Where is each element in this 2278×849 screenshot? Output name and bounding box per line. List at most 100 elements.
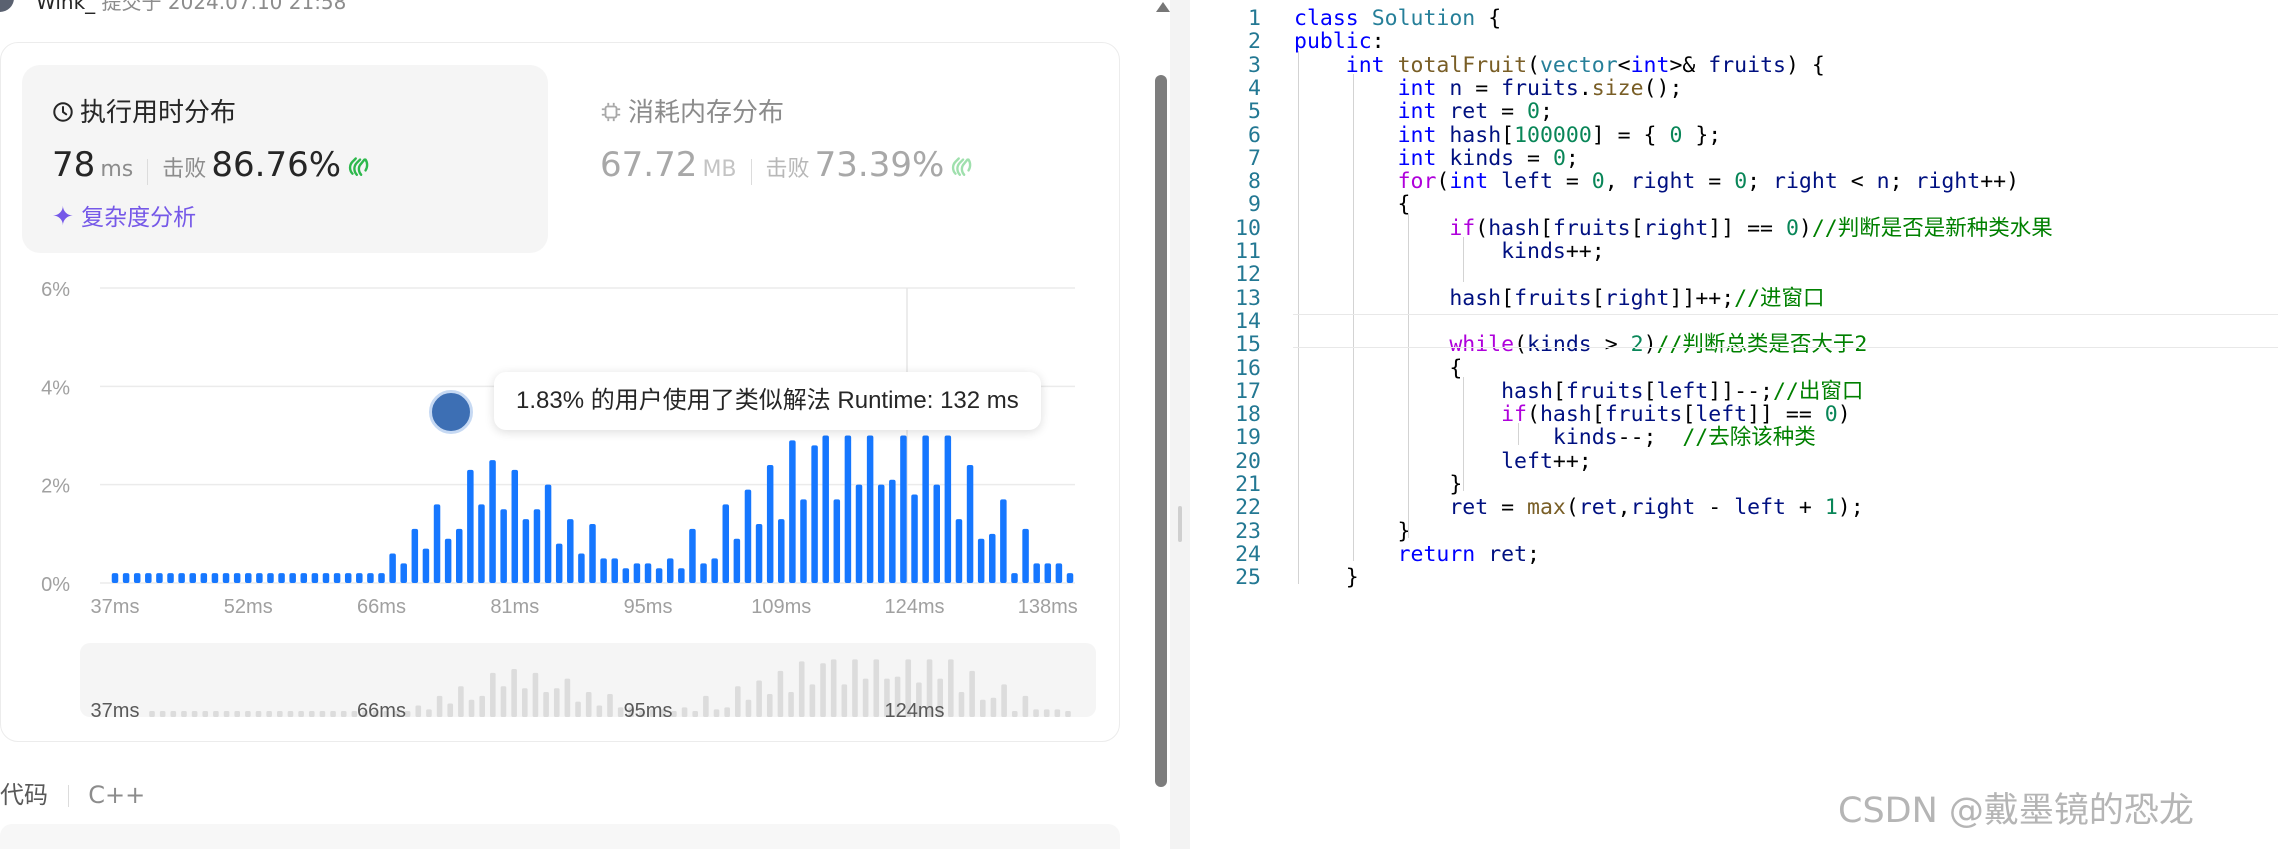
bar[interactable] — [367, 573, 374, 583]
bar[interactable] — [755, 524, 763, 583]
bar[interactable] — [644, 563, 652, 583]
bar[interactable] — [1000, 499, 1007, 583]
bar[interactable] — [900, 435, 907, 584]
bar[interactable] — [922, 435, 929, 584]
bar[interactable] — [911, 494, 918, 584]
bar[interactable] — [567, 519, 574, 583]
bar[interactable] — [489, 460, 496, 583]
bar[interactable] — [522, 519, 530, 583]
bar[interactable] — [811, 445, 818, 583]
bar[interactable] — [766, 465, 774, 583]
bar[interactable] — [589, 524, 596, 583]
bar[interactable] — [200, 573, 208, 583]
bar[interactable] — [778, 519, 785, 583]
bar[interactable] — [855, 484, 863, 583]
bar[interactable] — [833, 499, 841, 583]
bar[interactable] — [578, 553, 585, 584]
bar[interactable] — [167, 573, 174, 583]
bar[interactable] — [344, 573, 352, 583]
bar[interactable] — [245, 573, 252, 583]
bar[interactable] — [1055, 563, 1063, 583]
bar[interactable] — [378, 573, 385, 583]
code-editor[interactable]: 1 class Solution {2 public: 3 int totalFrui… — [1190, 0, 2278, 849]
bar[interactable] — [300, 573, 308, 583]
bar[interactable] — [356, 573, 363, 583]
bar[interactable] — [422, 548, 430, 583]
bar[interactable] — [1022, 528, 1029, 583]
bar[interactable] — [733, 538, 741, 583]
bar[interactable] — [866, 435, 874, 584]
bar[interactable] — [189, 573, 196, 583]
scrollbar-thumb[interactable] — [1155, 75, 1167, 787]
bar[interactable] — [1011, 573, 1018, 583]
bar[interactable] — [944, 435, 952, 584]
bar[interactable] — [789, 440, 796, 583]
code-line[interactable]: 25 } — [1190, 561, 2278, 595]
bar[interactable] — [511, 469, 519, 583]
bar[interactable] — [145, 573, 152, 583]
bar[interactable] — [611, 558, 618, 583]
bar[interactable] — [678, 568, 685, 583]
scroll-up-arrow-icon[interactable] — [1156, 2, 1170, 12]
bar[interactable] — [722, 504, 730, 583]
bar[interactable] — [389, 553, 396, 584]
avatar[interactable] — [0, 0, 14, 12]
bar[interactable] — [500, 509, 507, 583]
bar[interactable] — [122, 573, 130, 583]
bar[interactable] — [211, 573, 219, 583]
bar[interactable] — [433, 504, 441, 583]
bar[interactable] — [977, 538, 985, 583]
bar[interactable] — [467, 469, 474, 583]
bar[interactable] — [333, 573, 341, 583]
bar[interactable] — [711, 558, 718, 583]
bar[interactable] — [933, 484, 940, 583]
bar[interactable] — [600, 558, 607, 583]
bar[interactable] — [322, 573, 330, 583]
bar[interactable] — [289, 573, 296, 583]
bar[interactable] — [111, 573, 119, 583]
bar[interactable] — [633, 563, 641, 583]
bar[interactable] — [256, 573, 263, 583]
complexity-analysis-link[interactable]: ✦ 复杂度分析 — [52, 198, 196, 232]
drag-handle-icon[interactable] — [1178, 506, 1182, 542]
bar[interactable] — [455, 528, 463, 583]
bar[interactable] — [1066, 573, 1074, 583]
runtime-title[interactable]: 执行用时分布 — [52, 92, 236, 129]
runtime-distribution-chart[interactable]: 0% 2% 4% 6% 37ms 52ms 66ms 81ms 95ms 109ms 124ms 1… — [0, 265, 1120, 725]
pane-divider[interactable] — [1170, 0, 1190, 849]
bar[interactable] — [533, 509, 541, 583]
bar[interactable] — [744, 489, 752, 583]
bar[interactable] — [822, 435, 829, 584]
bar[interactable] — [800, 499, 807, 583]
bar[interactable] — [311, 573, 319, 583]
bar[interactable] — [233, 573, 241, 583]
bar[interactable] — [178, 573, 185, 583]
bar[interactable] — [555, 543, 563, 583]
bar[interactable] — [544, 484, 552, 583]
bar[interactable] — [689, 528, 696, 583]
bar[interactable] — [278, 573, 285, 583]
bar[interactable] — [1044, 563, 1052, 583]
bar[interactable] — [267, 573, 274, 583]
bar[interactable] — [400, 563, 407, 583]
bar[interactable] — [877, 484, 885, 583]
bar[interactable] — [133, 573, 141, 583]
bar[interactable] — [1033, 563, 1040, 583]
bar[interactable] — [444, 538, 452, 583]
bar[interactable] — [966, 465, 974, 583]
bar[interactable] — [411, 528, 419, 583]
bar[interactable] — [844, 435, 852, 584]
bar[interactable] — [478, 504, 485, 583]
bar[interactable] — [700, 563, 707, 583]
bar[interactable] — [955, 519, 963, 583]
submit-time: 2024.07.10 21:58 — [167, 0, 347, 14]
username[interactable]: Wink_ — [36, 0, 95, 14]
bar[interactable] — [622, 568, 630, 583]
bar[interactable] — [989, 533, 996, 583]
memory-title[interactable]: 消耗内存分布 — [600, 92, 784, 129]
bar[interactable] — [666, 558, 674, 583]
bar[interactable] — [655, 568, 663, 583]
bar[interactable] — [889, 479, 896, 583]
bar[interactable] — [156, 573, 163, 583]
bar[interactable] — [222, 573, 230, 583]
